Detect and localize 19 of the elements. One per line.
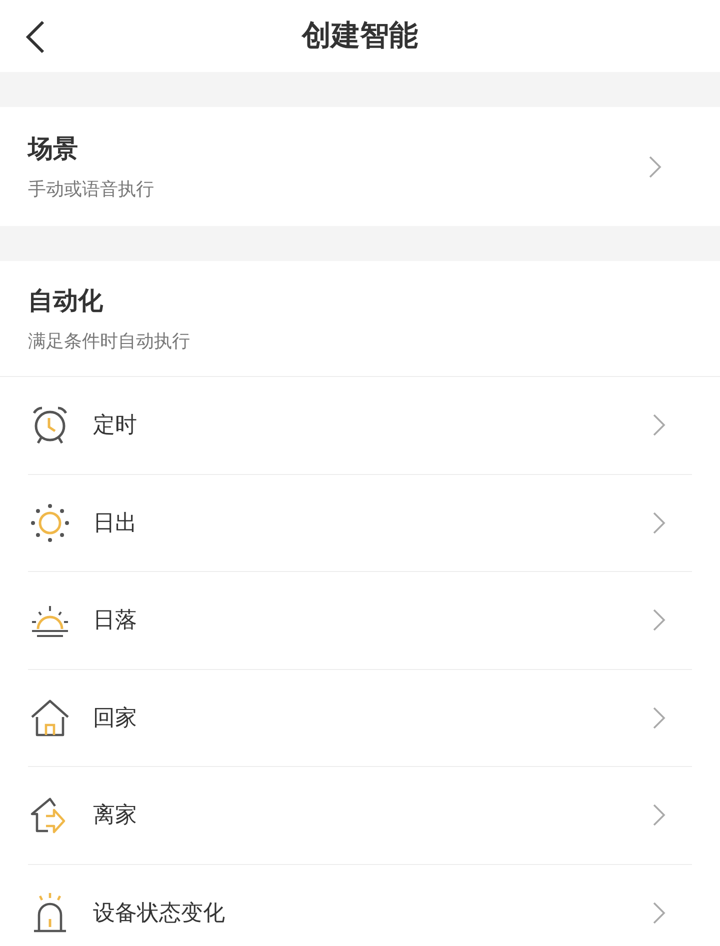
trigger-item[interactable]: 回家: [28, 670, 692, 767]
trigger-item[interactable]: 日落: [28, 572, 692, 670]
chevron-icon: [652, 706, 666, 730]
page-title: 创建智能: [302, 17, 418, 54]
chevron-icon: [652, 608, 666, 632]
chevron-icon: [648, 154, 662, 178]
chevron-icon: [652, 901, 666, 926]
scene-option[interactable]: 场景 手动或语音执行: [0, 107, 720, 226]
trigger-item[interactable]: 设备状态变化: [28, 864, 692, 946]
trigger-item[interactable]: 离家: [28, 767, 692, 864]
chevron-icon: [652, 803, 666, 828]
section-title: 自动化: [28, 285, 104, 317]
scene-subtitle: 手动或语音执行: [28, 178, 154, 201]
chevron-icon: [652, 510, 666, 535]
trigger-item[interactable]: 定时: [28, 377, 692, 474]
section-subtitle: 满足条件时自动执行: [28, 330, 190, 353]
scene-title: 场景: [28, 133, 79, 165]
chevron-icon: [652, 413, 666, 438]
trigger-item[interactable]: 日出: [28, 474, 692, 572]
